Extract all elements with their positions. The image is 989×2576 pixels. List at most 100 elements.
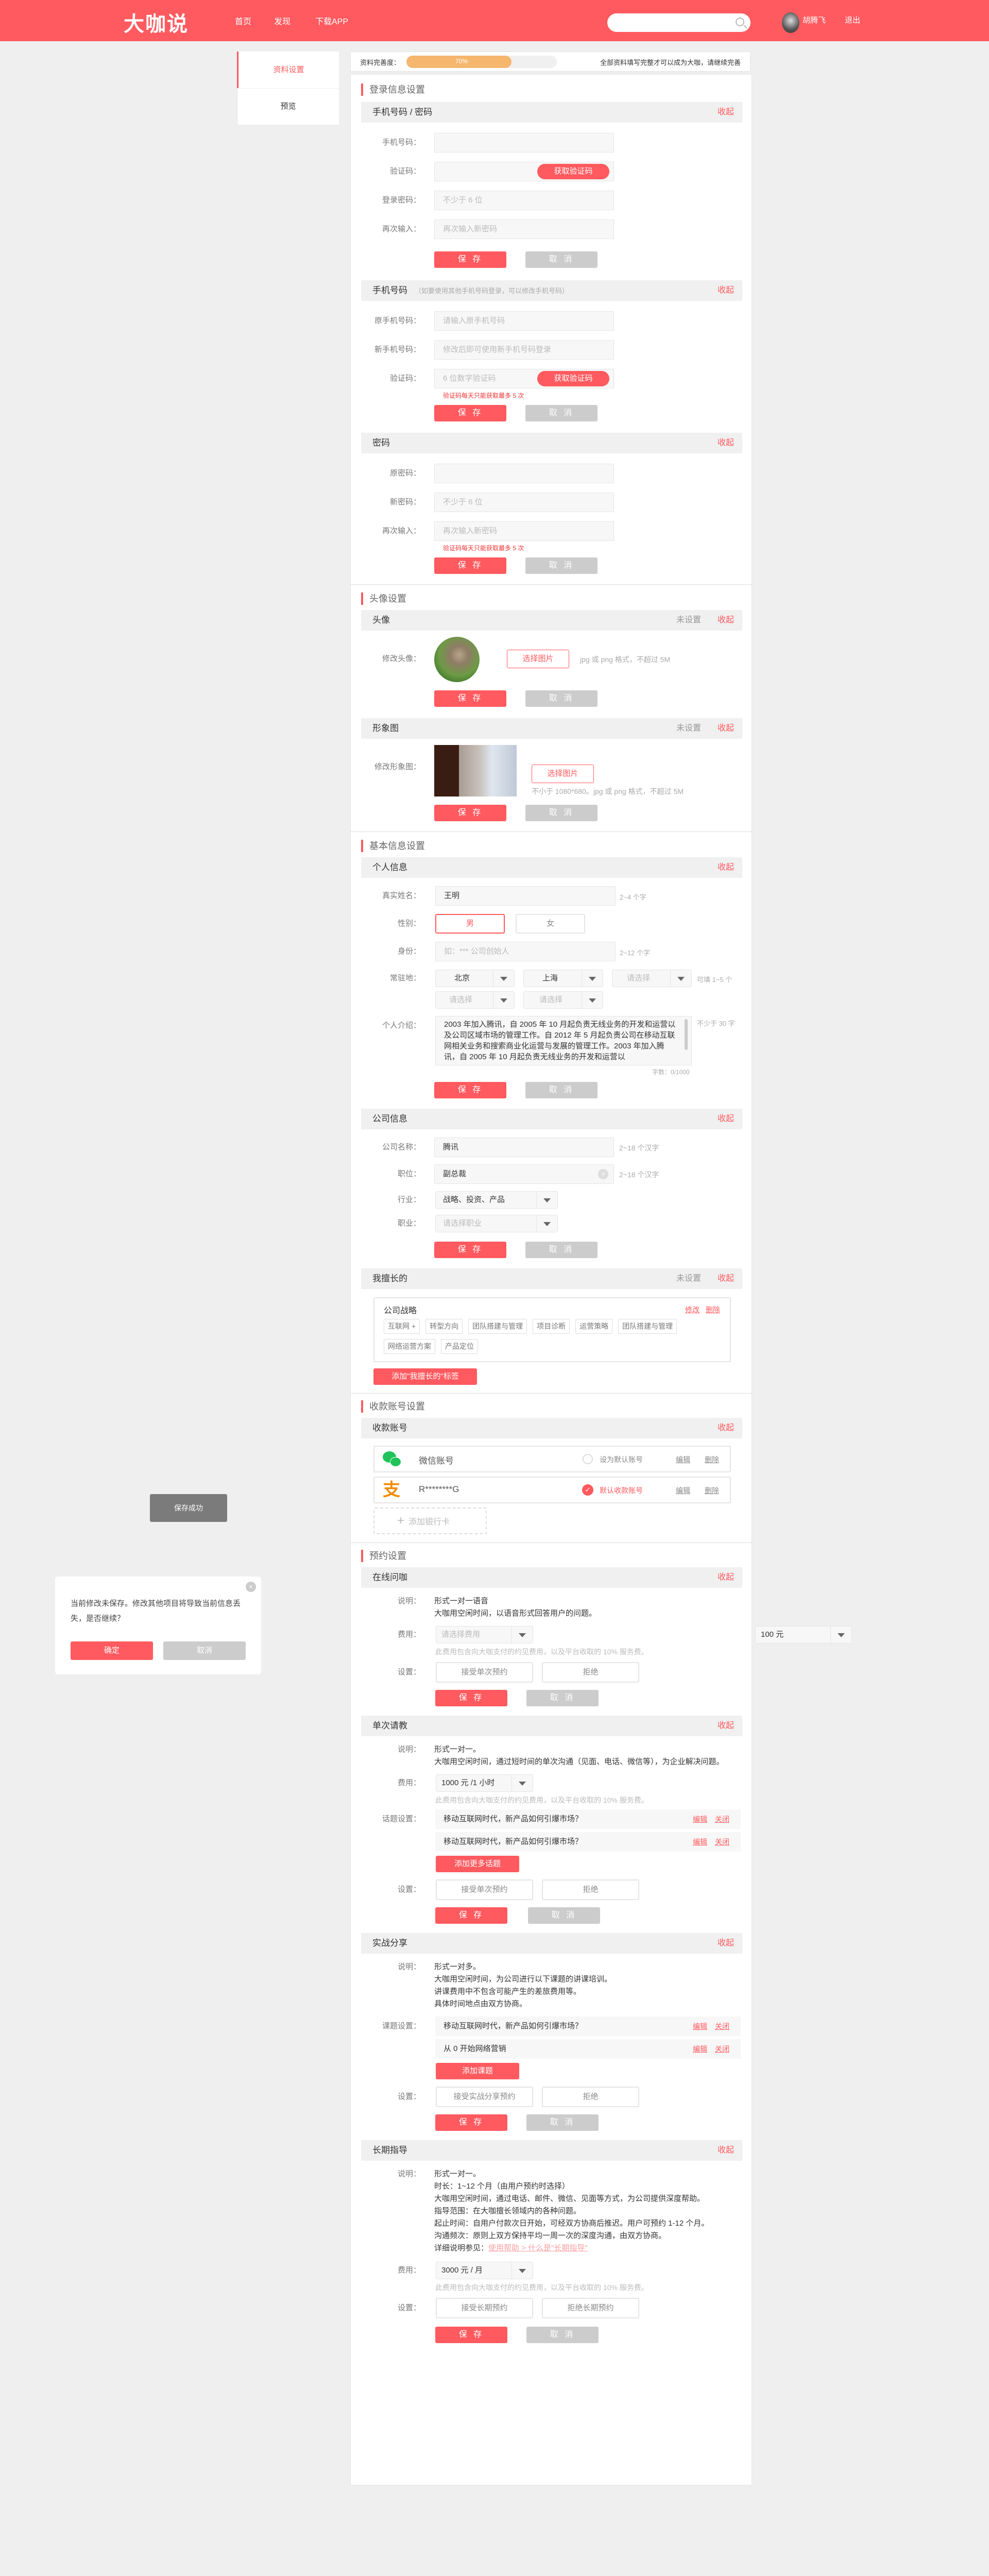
confirm-password-input[interactable]: 再次输入新密码 xyxy=(434,219,614,239)
close-link[interactable]: 关闭 xyxy=(715,1809,729,1829)
cancel-button[interactable]: 取 消 xyxy=(528,1907,600,1924)
identity-input[interactable]: 如：*** 公司创始人 xyxy=(435,942,616,961)
company-name-input[interactable]: 腾讯 xyxy=(434,1138,614,1157)
collapse-link[interactable]: 收起 xyxy=(718,1716,734,1736)
add-topic-button[interactable]: 添加更多话题 xyxy=(436,1856,519,1872)
collapse-link[interactable]: 收起 xyxy=(718,1567,734,1588)
nav-discover[interactable]: 发现 xyxy=(274,14,291,27)
search-icon[interactable] xyxy=(736,18,744,26)
verification-code-input[interactable]: 6 位数字验证码 获取验证码 xyxy=(434,369,614,388)
save-button[interactable]: 保 存 xyxy=(435,2327,507,2343)
location-select[interactable]: 请选择 xyxy=(435,991,515,1009)
save-button[interactable]: 保 存 xyxy=(434,557,506,574)
tag[interactable]: 团队搭建与管理 xyxy=(468,1319,527,1334)
scrollbar[interactable] xyxy=(685,1019,688,1050)
fee-dropdown[interactable]: 100 元 xyxy=(755,1626,852,1643)
cancel-button[interactable]: 取 消 xyxy=(526,2327,599,2343)
collapse-link[interactable]: 收起 xyxy=(718,610,734,631)
save-button[interactable]: 保 存 xyxy=(434,690,506,707)
user-avatar[interactable] xyxy=(782,12,799,33)
cancel-button[interactable]: 取 消 xyxy=(525,690,598,707)
sidebar-item-profile-settings[interactable]: 资料设置 xyxy=(237,52,339,88)
old-password-input[interactable] xyxy=(434,464,614,483)
collapse-link[interactable]: 收起 xyxy=(718,1933,734,1954)
fee-select[interactable]: 请选择费用 xyxy=(436,1626,533,1643)
edit-link[interactable]: 编辑 xyxy=(693,2016,707,2036)
location-select[interactable]: 上海 xyxy=(523,970,603,987)
save-button[interactable]: 保 存 xyxy=(435,1907,507,1924)
cancel-button[interactable]: 取 消 xyxy=(526,2114,599,2131)
collapse-link[interactable]: 收起 xyxy=(718,2140,734,2161)
collapse-link[interactable]: 收起 xyxy=(718,1109,734,1129)
location-select[interactable]: 北京 xyxy=(435,970,515,987)
get-code-button[interactable]: 获取验证码 xyxy=(537,371,609,386)
delete-link[interactable]: 删除 xyxy=(706,1304,720,1315)
add-expertise-tag-button[interactable]: 添加"我擅长的"标签 xyxy=(373,1368,477,1385)
collapse-link[interactable]: 收起 xyxy=(718,1418,734,1438)
real-name-input[interactable]: 王明 xyxy=(435,886,616,906)
tag[interactable]: 团队搭建与管理 xyxy=(618,1319,677,1334)
edit-link[interactable]: 编辑 xyxy=(693,1809,707,1829)
old-phone-input[interactable]: 请输入原手机号码 xyxy=(434,311,614,331)
edit-link[interactable]: 编辑 xyxy=(676,1485,690,1496)
accept-option[interactable]: 接受单次预约 xyxy=(436,1662,533,1683)
nav-home[interactable]: 首页 xyxy=(235,14,251,27)
fee-select[interactable]: 1000 元 /1 小时 xyxy=(436,1774,533,1792)
save-button[interactable]: 保 存 xyxy=(434,405,506,421)
close-link[interactable]: 关闭 xyxy=(715,1832,729,1852)
edit-link[interactable]: 编辑 xyxy=(693,2039,707,2059)
cancel-button[interactable]: 取 消 xyxy=(525,251,598,268)
delete-link[interactable]: 删除 xyxy=(705,1485,719,1496)
tag[interactable]: 转型方向 xyxy=(425,1319,463,1334)
radio-default[interactable] xyxy=(583,1454,593,1464)
sidebar-item-preview[interactable]: 预览 xyxy=(237,89,339,125)
accept-option[interactable]: 接受长期预约 xyxy=(436,2298,533,2318)
logout-link[interactable]: 退出 xyxy=(845,14,860,25)
cancel-button[interactable]: 取 消 xyxy=(525,405,598,421)
save-button[interactable]: 保 存 xyxy=(434,1082,506,1098)
location-select[interactable]: 请选择 xyxy=(523,991,603,1009)
save-button[interactable]: 保 存 xyxy=(434,251,506,268)
account-status[interactable]: 设为默认账号 xyxy=(600,1454,643,1465)
intro-textarea[interactable]: 2003 年加入腾讯，自 2005 年 10 月起负责无线业务的开发和运营以及公… xyxy=(435,1016,692,1065)
reject-option[interactable]: 拒绝 xyxy=(542,2087,639,2107)
accept-option[interactable]: 接受单次预约 xyxy=(436,1879,533,1900)
logo[interactable]: 大咖说 xyxy=(124,7,189,37)
reject-option[interactable]: 拒绝 xyxy=(542,1662,639,1683)
cancel-button[interactable]: 取 消 xyxy=(525,1242,598,1258)
delete-link[interactable]: 删除 xyxy=(705,1454,719,1465)
collapse-link[interactable]: 收起 xyxy=(718,102,734,123)
collapse-link[interactable]: 收起 xyxy=(718,433,734,453)
choose-image-button[interactable]: 选择图片 xyxy=(507,650,569,668)
add-course-button[interactable]: 添加课题 xyxy=(436,2063,519,2079)
cancel-button[interactable]: 取 消 xyxy=(525,557,598,574)
new-password-input[interactable]: 不少于 6 位 xyxy=(434,493,614,512)
user-name[interactable]: 胡腾飞 xyxy=(803,14,826,25)
cancel-button[interactable]: 取 消 xyxy=(526,1690,599,1706)
clear-icon[interactable]: × xyxy=(598,1169,608,1179)
phone-input[interactable] xyxy=(434,133,614,152)
position-input[interactable]: 副总裁 × xyxy=(434,1164,614,1184)
tag[interactable]: 产品定位 xyxy=(441,1339,478,1354)
tag[interactable]: 互联网 + xyxy=(384,1319,420,1334)
save-button[interactable]: 保 存 xyxy=(434,805,506,821)
edit-link[interactable]: 修改 xyxy=(685,1304,700,1315)
tag[interactable]: 网络运营方案 xyxy=(384,1339,435,1354)
cancel-button[interactable]: 取 消 xyxy=(525,1082,598,1098)
collapse-link[interactable]: 收起 xyxy=(718,1268,734,1289)
gender-male-option[interactable]: 男 xyxy=(435,914,505,934)
login-password-input[interactable]: 不少于 6 位 xyxy=(434,191,614,210)
close-link[interactable]: 关闭 xyxy=(715,2039,729,2059)
collapse-link[interactable]: 收起 xyxy=(718,857,734,878)
save-button[interactable]: 保 存 xyxy=(435,2114,507,2131)
save-button[interactable]: 保 存 xyxy=(435,1690,507,1706)
cancel-button[interactable]: 取 消 xyxy=(525,805,598,821)
industry-select[interactable]: 战略、投资、产品 xyxy=(435,1191,558,1209)
help-link[interactable]: 使用帮助 > 什么是"长期指导" xyxy=(488,2244,588,2252)
gender-female-option[interactable]: 女 xyxy=(516,914,585,934)
dialog-cancel-button[interactable]: 取消 xyxy=(163,1641,246,1660)
collapse-link[interactable]: 收起 xyxy=(718,718,734,739)
search-input[interactable] xyxy=(607,13,751,32)
edit-link[interactable]: 编辑 xyxy=(693,1832,707,1852)
save-button[interactable]: 保 存 xyxy=(434,1242,506,1258)
